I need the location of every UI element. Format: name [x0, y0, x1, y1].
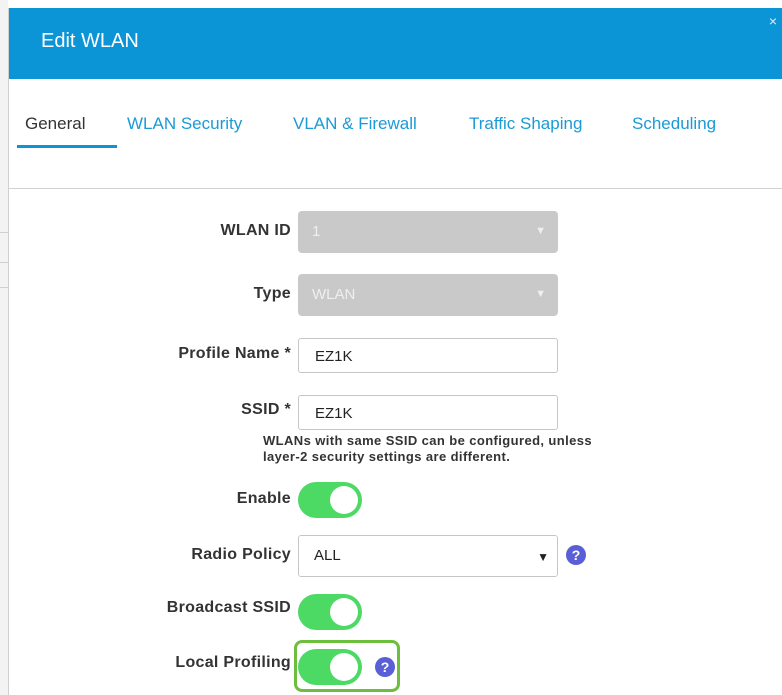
wlan-id-label: WLAN ID: [220, 222, 291, 239]
tab-general[interactable]: General: [25, 114, 85, 134]
toggle-knob: [330, 598, 358, 626]
type-select: WLAN ▼: [298, 274, 558, 316]
enable-label: Enable: [236, 490, 291, 507]
tab-wlan-security[interactable]: WLAN Security: [127, 114, 242, 134]
background-divider: [0, 262, 8, 263]
toggle-knob: [330, 486, 358, 514]
broadcast-ssid-toggle[interactable]: [298, 594, 362, 630]
broadcast-ssid-label: Broadcast SSID: [166, 599, 291, 616]
tab-traffic-shaping[interactable]: Traffic Shaping: [469, 114, 582, 134]
type-value: WLAN: [312, 286, 356, 303]
radio-policy-select[interactable]: ALL ▼: [298, 535, 558, 577]
ssid-hint-line2: layer-2 security settings are different.: [263, 449, 511, 464]
close-icon[interactable]: ×: [769, 14, 777, 28]
local-profiling-label: Local Profiling: [175, 654, 291, 671]
type-label: Type: [253, 285, 291, 302]
background-page: [0, 0, 8, 695]
caret-down-icon: ▼: [535, 225, 546, 237]
local-profiling-toggle[interactable]: [298, 649, 362, 685]
local-profiling-help-icon[interactable]: ?: [375, 657, 395, 677]
ssid-hint-line1: WLANs with same SSID can be configured, …: [263, 433, 593, 448]
radio-policy-value: ALL: [314, 547, 341, 564]
ssid-input[interactable]: EZ1K: [298, 395, 558, 430]
wlan-id-value: 1: [312, 223, 321, 240]
edit-wlan-dialog: Edit WLAN × General WLAN Security VLAN &…: [8, 8, 782, 695]
ssid-label: SSID *: [241, 401, 291, 418]
tab-bar: General WLAN Security VLAN & Firewall Tr…: [9, 79, 782, 189]
caret-down-icon: ▼: [537, 550, 549, 564]
tab-vlan-firewall[interactable]: VLAN & Firewall: [293, 114, 417, 134]
background-divider: [0, 287, 8, 288]
radio-policy-help-icon[interactable]: ?: [566, 545, 586, 565]
tab-scheduling[interactable]: Scheduling: [632, 114, 716, 134]
active-tab-indicator: [17, 145, 117, 148]
dialog-title: Edit WLAN: [41, 30, 139, 52]
profile-name-label: Profile Name *: [178, 345, 291, 362]
enable-toggle[interactable]: [298, 482, 362, 518]
profile-name-input[interactable]: EZ1K: [298, 338, 558, 373]
toggle-knob: [330, 653, 358, 681]
radio-policy-label: Radio Policy: [191, 546, 291, 563]
caret-down-icon: ▼: [535, 288, 546, 300]
dialog-header: Edit WLAN ×: [9, 8, 782, 79]
wlan-id-select: 1 ▼: [298, 211, 558, 253]
background-divider: [0, 232, 8, 233]
